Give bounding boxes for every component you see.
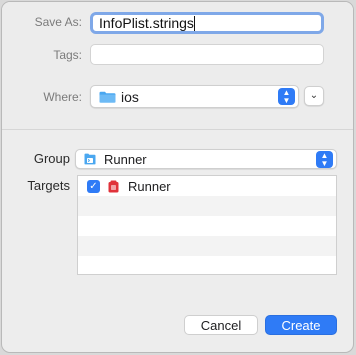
text-caret bbox=[193, 16, 195, 31]
group-value: Runner bbox=[104, 152, 147, 167]
folder-icon bbox=[84, 153, 96, 165]
save-as-input[interactable]: InfoPlist.strings bbox=[90, 12, 324, 34]
save-dialog: Save As: InfoPlist.strings Tags: Where: … bbox=[1, 1, 354, 353]
tags-input[interactable] bbox=[90, 44, 324, 65]
chevron-down-icon: ⌄ bbox=[309, 90, 319, 101]
empty-row bbox=[78, 196, 336, 216]
expand-button[interactable]: ⌄ bbox=[304, 86, 324, 106]
cancel-button[interactable]: Cancel bbox=[184, 315, 258, 335]
where-popup[interactable]: ios ▲ ▼ bbox=[90, 85, 299, 108]
group-stepper-icon: ▲ ▼ bbox=[316, 151, 333, 168]
where-label: Where: bbox=[43, 90, 82, 104]
folder-icon bbox=[99, 91, 116, 103]
create-button[interactable]: Create bbox=[265, 315, 337, 335]
tags-label: Tags: bbox=[53, 48, 82, 62]
targets-label: Targets bbox=[27, 178, 70, 193]
empty-row bbox=[78, 236, 336, 256]
target-checkbox[interactable]: ✓ bbox=[87, 180, 100, 193]
targets-list: ✓ Runner bbox=[77, 175, 337, 275]
empty-row bbox=[78, 216, 336, 236]
target-name: Runner bbox=[128, 179, 171, 194]
target-row[interactable]: ✓ Runner bbox=[78, 176, 336, 196]
location-section: Save As: InfoPlist.strings Tags: Where: … bbox=[2, 2, 353, 130]
target-icon bbox=[108, 180, 119, 193]
group-popup[interactable]: Runner ▲ ▼ bbox=[75, 149, 337, 169]
save-as-value: InfoPlist.strings bbox=[99, 15, 194, 31]
save-as-label: Save As: bbox=[34, 15, 82, 29]
where-stepper-icon: ▲ ▼ bbox=[278, 88, 295, 105]
group-label: Group bbox=[33, 151, 70, 166]
where-value: ios bbox=[121, 89, 139, 105]
